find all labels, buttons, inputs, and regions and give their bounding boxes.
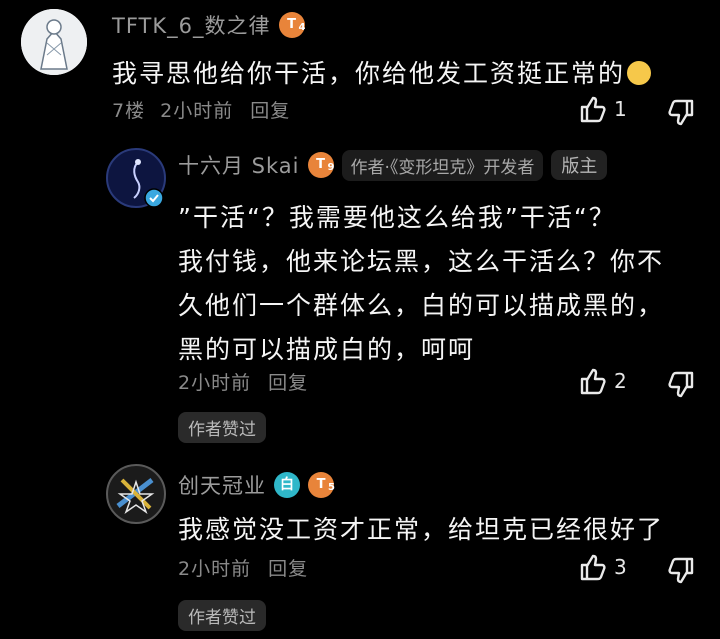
like-button[interactable]: 2 [578,366,627,396]
comment-line: ”干活“？我需要他这么给我”干活“？ [178,203,616,232]
author-liked-badge: 作者赞过 [178,412,266,443]
level-badge: T9 [307,152,335,178]
moderator-tag: 版主 [551,150,608,180]
comment-text: 我感觉没工资才正常，给坦克已经很好了 [178,515,665,544]
username[interactable]: 创天冠业 [178,470,266,500]
comment-meta: 2小时前 回复 [178,554,308,581]
level-badge: T5 [308,472,335,498]
author-liked-badge: 作者赞过 [178,600,266,631]
thumbs-up-icon [580,96,606,123]
floor-number: 7楼 [112,100,146,122]
level-badge: T4 [278,12,306,38]
like-count: 2 [614,369,627,393]
timestamp: 2小时前 [160,100,234,122]
timestamp: 2小时前 [178,372,252,394]
comment-text: ”干活“？我需要他这么给我”干活“？ 我付钱，他来论坛黑，这么干活么？你不 久他… [178,196,664,372]
thumbs-down-icon[interactable] [666,98,696,128]
comment-1-header: TFTK_6_数之律 T4 [112,10,306,40]
like-button[interactable]: 3 [578,552,627,582]
timestamp: 2小时前 [178,558,252,580]
like-count: 1 [614,97,627,121]
comment-line: 我付钱，他来论坛黑，这么干活么？你不 [178,247,665,276]
like-count: 3 [614,555,627,579]
thumbs-up-icon [580,368,606,395]
thumbs-down-icon[interactable] [666,370,696,400]
verified-badge-icon [144,188,164,208]
avatar[interactable] [106,464,166,524]
thumbs-down-icon[interactable] [666,556,696,586]
emoji-icon [627,61,652,85]
reply-button[interactable]: 回复 [250,100,290,122]
comment-line: 久他们一个群体么，白的可以描成黑的， [178,291,665,320]
like-button[interactable]: 1 [578,94,627,124]
reply-button[interactable]: 回复 [268,558,308,580]
white-badge: 白 [274,472,300,498]
comment-meta: 7楼 2小时前 回复 [112,96,290,123]
comment-meta: 2小时前 回复 [178,368,308,395]
username[interactable]: TFTK_6_数之律 [112,10,271,40]
author-tag: 作者·《变形坦克》开发者 [341,149,544,181]
username[interactable]: 十六月 Skai [178,150,300,180]
comment-3-header: 创天冠业 白 T5 [178,470,335,500]
avatar[interactable] [21,9,87,75]
comment-2-header: 十六月 Skai T9 作者·《变形坦克》开发者 版主 [178,149,608,181]
reply-button[interactable]: 回复 [268,372,308,394]
comment-text: 我寻思他给你干活，你给他发工资挺正常的 [112,54,652,90]
thumbs-up-icon [580,554,606,581]
